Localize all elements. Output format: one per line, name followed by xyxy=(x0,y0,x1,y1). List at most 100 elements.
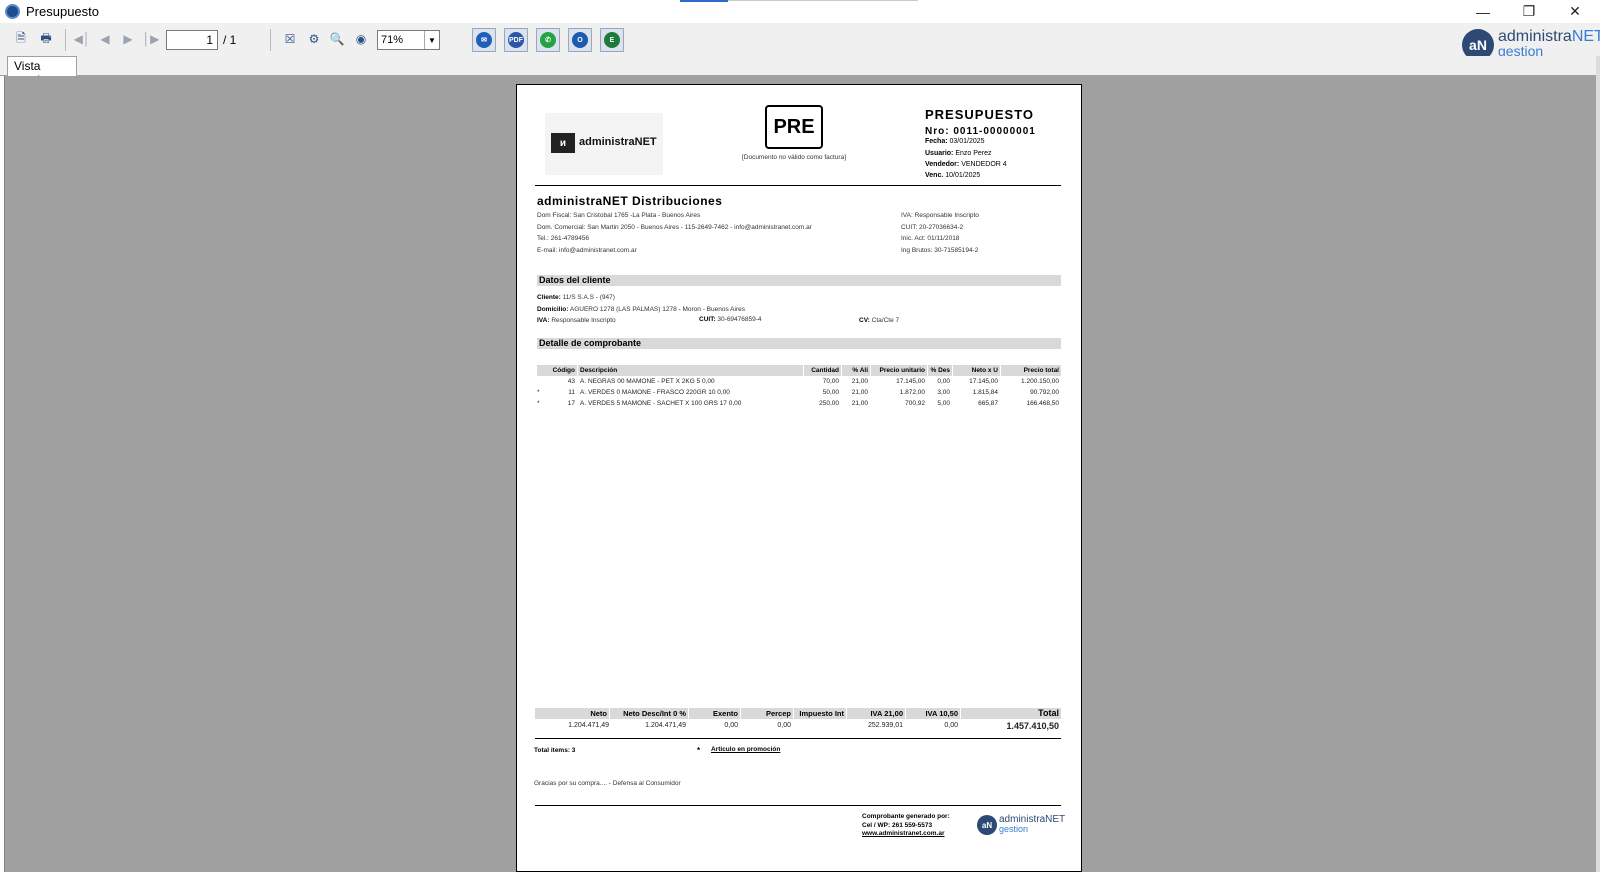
search-text-icon[interactable]: 🔍 xyxy=(328,30,346,48)
item-ali: 21,00 xyxy=(851,378,868,385)
item-unit-price: 17.145,00 xyxy=(896,378,925,385)
minimize-button[interactable]: — xyxy=(1460,0,1506,23)
totals-column-header: Neto xyxy=(535,708,609,719)
usuario-line: Usuario: Enzo Perez xyxy=(925,150,992,157)
promo-legend-mark: * xyxy=(697,746,701,755)
whatsapp-button[interactable]: ✆ xyxy=(536,28,560,52)
title-bar: Presupuesto — ❐ ✕ xyxy=(0,0,1600,23)
venc-line: Venc. 10/01/2025 xyxy=(925,172,981,179)
company-tax-line: Inic. Act: 01/11/2018 xyxy=(901,235,960,242)
item-descripcion: A. VERDES 5 MAMONE - SACHET X 100 GRS 17… xyxy=(580,400,742,407)
whatsapp-icon: ✆ xyxy=(540,32,556,48)
zoom-select[interactable]: 71% ▼ xyxy=(377,30,440,50)
excel-button[interactable]: E xyxy=(600,28,624,52)
client-section-header: Datos del cliente xyxy=(537,275,1061,286)
grand-total: 1.457.410,50 xyxy=(1006,721,1059,731)
report-page: ᴎ administraNET PRE [Documento no válido… xyxy=(516,84,1082,872)
prev-page-icon[interactable]: ◀ xyxy=(96,30,114,48)
totals-column-header: Exento xyxy=(689,708,740,719)
iva-line: IVA: Responsable Inscripto xyxy=(537,317,616,324)
company-tax-line: IVA: Responsable Inscripto xyxy=(901,212,979,219)
email-button[interactable]: ✉ xyxy=(472,28,496,52)
company-logo-text: administraNET xyxy=(579,136,657,148)
fecha-line: Fecha: 03/01/2025 xyxy=(925,138,985,145)
item-neto: 1.815,84 xyxy=(972,389,998,396)
item-descripcion: A. NEGRAS 00 MAMONE - PET X 2KG 5 0,00 xyxy=(580,378,715,385)
total-percep: 0,00 xyxy=(777,722,791,729)
vendedor-line: Vendedor: VENDEDOR 4 xyxy=(925,161,1007,168)
column-header: Descripción xyxy=(578,365,803,376)
last-page-icon[interactable]: │▶ xyxy=(142,30,160,48)
item-codigo: 17 xyxy=(567,400,575,407)
group-tree-icon[interactable]: ⚙ xyxy=(305,30,323,48)
column-header: Precio unitario xyxy=(871,365,927,376)
totals-values: 1.204.471,49 1.204.471,49 0,00 0,00 252.… xyxy=(535,721,1061,733)
totals-column-header: IVA 21,00 xyxy=(847,708,905,719)
divider xyxy=(535,185,1061,186)
company-logo: ᴎ administraNET xyxy=(545,113,663,175)
print-icon[interactable]: 🖶 xyxy=(37,30,55,48)
item-des: 5,00 xyxy=(937,400,950,407)
cuit-line: CUIT: 30-69476859-4 xyxy=(699,316,762,323)
pdf-button[interactable]: PDF xyxy=(504,28,528,52)
item-ali: 21,00 xyxy=(851,400,868,407)
outlook-icon: O xyxy=(572,32,588,48)
footer-logo-icon: aN xyxy=(977,815,997,835)
detail-section-header: Detalle de comprobante xyxy=(537,338,1061,349)
item-neto: 665,87 xyxy=(978,400,998,407)
tab-vista-previa[interactable]: Vista previa xyxy=(7,56,77,87)
company-tax-line: CUIT: 20-27036634-2 xyxy=(901,223,964,231)
table-row: * 11 A. VERDES 0 MAMONE - FRASCO 220GR 1… xyxy=(537,389,1061,399)
next-page-icon[interactable]: ▶ xyxy=(119,30,137,48)
total-iva-21: 252.939,01 xyxy=(867,722,903,729)
document-code-box: PRE xyxy=(765,105,823,149)
outlook-button[interactable]: O xyxy=(568,28,592,52)
zoom-value: 71% xyxy=(381,34,404,46)
chevron-down-icon[interactable]: ▼ xyxy=(424,31,439,49)
close-preview-icon[interactable]: ☒ xyxy=(281,30,299,48)
column-header: Código xyxy=(537,365,577,376)
vertical-scrollbar[interactable] xyxy=(1596,56,1600,872)
company-detail-line: E-mail: info@administranet.com.ar xyxy=(537,246,637,254)
app-icon xyxy=(5,4,20,19)
item-codigo: 11 xyxy=(568,389,575,396)
close-button[interactable]: ✕ xyxy=(1552,0,1598,23)
tab-strip: Vista previa xyxy=(0,56,1600,87)
email-icon: ✉ xyxy=(476,32,492,48)
document-code-note: [Documento no válido como factura] xyxy=(741,154,847,161)
company-detail-line: Tel.: 261-4789456 xyxy=(537,235,590,242)
export-icon[interactable]: 🗎 xyxy=(12,30,30,48)
thanks-note: Gracias por su compra.... - Defensa al C… xyxy=(534,780,681,787)
footer-logo-subtext: gestion xyxy=(999,824,1029,834)
item-cantidad: 250,00 xyxy=(819,400,839,407)
item-total: 1.200.150,00 xyxy=(1021,378,1059,385)
toolbar-separator xyxy=(65,29,66,51)
generated-by-website: www.administranet.com.ar xyxy=(862,830,945,837)
toolbar-separator xyxy=(270,29,271,51)
table-row: * 17 A. VERDES 5 MAMONE - SACHET X 100 G… xyxy=(537,400,1061,410)
items-table-header: Código Descripción Cantidad % Ali Precio… xyxy=(537,365,1061,376)
item-total: 166.468,50 xyxy=(1026,400,1059,407)
restore-button[interactable]: ❐ xyxy=(1506,0,1552,23)
item-cantidad: 50,00 xyxy=(822,389,839,396)
divider xyxy=(535,805,1061,806)
footer-logo: aN administraNET gestion xyxy=(977,813,1067,837)
page-total: / 1 xyxy=(223,33,237,47)
total-neto-desc: 1.204.471,49 xyxy=(645,722,686,729)
pdf-icon: PDF xyxy=(508,32,524,48)
excel-icon: E xyxy=(604,32,620,48)
generated-by-label: Comprobante generado por: xyxy=(862,813,950,820)
document-title: PRESUPUESTO xyxy=(925,107,1035,122)
generated-by-phone: Cel / WP: 261 559-5573 xyxy=(862,821,933,829)
first-page-icon[interactable]: ◀│ xyxy=(73,30,91,48)
binoculars-icon[interactable]: ◉ xyxy=(352,30,370,48)
document-number: Nro: 0011-00000001 xyxy=(925,126,1036,137)
totals-column-header: Impuesto Int xyxy=(794,708,846,719)
totals-column-header: Percep xyxy=(741,708,793,719)
page-number-input[interactable]: 1 xyxy=(166,30,218,50)
company-name: administraNET Distribuciones xyxy=(537,194,723,208)
column-header: % Ali xyxy=(842,365,870,376)
totals-column-header: IVA 10,50 xyxy=(906,708,960,719)
totals-column-header: Total xyxy=(961,708,1061,719)
total-items: Total items: 3 xyxy=(534,747,576,754)
